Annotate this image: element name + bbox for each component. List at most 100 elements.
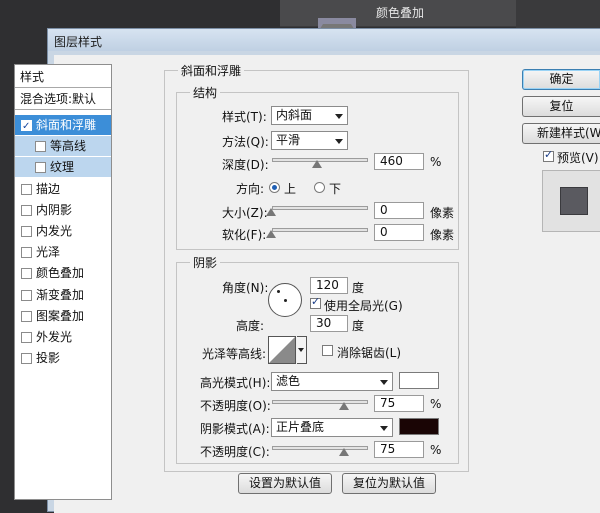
style-list-label: 斜面和浮雕 <box>36 118 97 132</box>
soften-slider-handle[interactable] <box>266 230 276 238</box>
preview-checkbox[interactable]: ✓ <box>543 148 554 162</box>
global-light-label[interactable]: 使用全局光(G) <box>324 297 403 314</box>
anti-alias-checkbox[interactable] <box>322 345 333 356</box>
highlight-opacity-handle[interactable] <box>339 402 349 410</box>
angle-dial-center <box>284 299 287 302</box>
style-item-drop-shadow[interactable]: 投影 <box>15 348 111 368</box>
style-checkbox[interactable] <box>21 183 32 195</box>
style-checkbox[interactable] <box>21 204 32 216</box>
gloss-contour-picker[interactable] <box>268 336 296 364</box>
style-checkbox[interactable] <box>35 141 46 153</box>
shadow-opacity-handle[interactable] <box>339 448 349 456</box>
size-slider-handle[interactable] <box>266 208 276 216</box>
highlight-opacity-slider[interactable] <box>272 400 368 404</box>
chevron-down-icon <box>380 426 388 431</box>
reset-button[interactable]: 复位 <box>522 96 600 117</box>
style-checkbox[interactable] <box>21 289 32 301</box>
size-slider[interactable] <box>272 206 368 210</box>
style-checkbox[interactable] <box>21 353 32 365</box>
style-item-texture[interactable]: 纹理 <box>15 157 111 178</box>
direction-down-radio[interactable] <box>314 182 325 193</box>
bevel-style-select[interactable]: 内斜面 <box>271 106 348 125</box>
dialog-titlebar[interactable]: 图层样式 <box>48 29 600 51</box>
preview-label[interactable]: 预览(V) <box>557 149 599 166</box>
style-list-label: 投影 <box>36 351 61 366</box>
style-checkbox[interactable]: ✓ <box>21 120 32 132</box>
reset-default-button[interactable]: 复位为默认值 <box>342 473 436 494</box>
contour-preview-icon <box>269 337 295 363</box>
style-list-label: 颜色叠加 <box>36 266 85 281</box>
technique-select[interactable]: 平滑 <box>271 131 348 150</box>
direction-down-label[interactable]: 下 <box>329 180 341 197</box>
direction-label: 方向: <box>236 182 265 196</box>
technique-value: 平滑 <box>276 133 301 147</box>
soften-slider[interactable] <box>272 228 368 232</box>
style-item-gradient-overlay[interactable]: 渐变叠加 <box>15 285 111 305</box>
chevron-down-icon <box>380 380 388 385</box>
style-list-label: 内阴影 <box>36 202 73 217</box>
make-default-button[interactable]: 设置为默认值 <box>238 473 332 494</box>
radio-selected-dot <box>272 185 277 190</box>
style-checkbox[interactable] <box>35 162 46 174</box>
style-list: 样式混合选项:默认 ✓ 斜面和浮雕等高线 纹理 描边内阴影内发光光泽颜色叠加渐变叠加图案… <box>14 64 112 500</box>
global-light-checkbox[interactable]: ✓ <box>310 295 321 309</box>
highlight-opacity-input[interactable]: 75 <box>374 395 424 412</box>
gloss-contour-dropdown[interactable] <box>297 336 307 364</box>
altitude-input[interactable]: 30 <box>310 315 348 332</box>
angle-dial[interactable] <box>268 283 302 317</box>
direction-up-radio[interactable] <box>269 182 280 193</box>
altitude-label: 高度: <box>236 319 265 333</box>
checkmark-icon: ✓ <box>22 121 31 132</box>
size-unit: 像素 <box>430 206 455 220</box>
style-checkbox[interactable] <box>21 247 32 259</box>
highlight-opacity-label: 不透明度(O): <box>200 399 271 413</box>
style-checkbox[interactable] <box>21 268 32 280</box>
style-list-label: 光泽 <box>36 245 61 260</box>
highlight-mode-value: 滤色 <box>276 374 301 388</box>
soften-label: 软化(F): <box>222 228 267 242</box>
shadow-mode-select[interactable]: 正片叠底 <box>271 418 393 437</box>
dialog-title: 图层样式 <box>54 35 103 49</box>
angle-label: 角度(N): <box>222 281 269 295</box>
style-list-header: 样式 <box>15 67 111 88</box>
style-item-inner-shadow[interactable]: 内阴影 <box>15 200 111 220</box>
depth-slider-handle[interactable] <box>312 160 322 168</box>
highlight-color-swatch[interactable] <box>399 372 439 389</box>
altitude-unit: 度 <box>352 319 365 333</box>
style-checkbox[interactable] <box>21 332 32 343</box>
direction-up-label[interactable]: 上 <box>284 180 296 197</box>
shadow-opacity-label: 不透明度(C): <box>200 445 270 459</box>
size-input[interactable]: 0 <box>374 202 424 219</box>
style-item-color-overlay[interactable]: 颜色叠加 <box>15 263 111 283</box>
style-item-stroke[interactable]: 描边 <box>15 179 111 199</box>
chevron-down-icon <box>335 139 343 144</box>
depth-input[interactable]: 460 <box>374 153 424 170</box>
shadow-opacity-slider[interactable] <box>272 446 368 450</box>
shadow-color-swatch[interactable] <box>399 418 439 435</box>
ok-button[interactable]: 确定 <box>522 69 600 90</box>
style-item-pattern-overlay[interactable]: 图案叠加 <box>15 306 111 326</box>
checkmark-icon: ✓ <box>544 148 554 161</box>
style-item-bevel-emboss[interactable]: ✓ 斜面和浮雕 <box>15 115 111 135</box>
style-item-inner-glow[interactable]: 内发光 <box>15 221 111 241</box>
style-item-outer-glow[interactable]: 外发光 <box>15 327 111 347</box>
style-checkbox[interactable] <box>21 226 32 237</box>
style-list-label: 混合选项:默认 <box>20 92 97 106</box>
shadow-opacity-input[interactable]: 75 <box>374 441 424 458</box>
highlight-mode-select[interactable]: 滤色 <box>271 372 393 391</box>
technique-label: 方法(Q): <box>222 135 269 149</box>
style-list-label: 图案叠加 <box>36 308 85 323</box>
anti-alias-label[interactable]: 消除锯齿(L) <box>337 344 401 361</box>
new-style-label: 新建样式(W) <box>537 126 600 140</box>
style-list-label: 样式 <box>20 70 45 84</box>
style-item-satin[interactable]: 光泽 <box>15 242 111 262</box>
style-checkbox[interactable] <box>21 310 32 322</box>
blend-options-item[interactable]: 混合选项:默认 <box>15 89 111 110</box>
soften-input[interactable]: 0 <box>374 224 424 241</box>
chevron-down-icon <box>335 114 343 119</box>
checkmark-icon: ✓ <box>311 295 321 308</box>
preview-swatch <box>560 187 588 215</box>
angle-input[interactable]: 120 <box>310 277 348 294</box>
new-style-button[interactable]: 新建样式(W) <box>522 123 600 144</box>
style-item-contour[interactable]: 等高线 <box>15 136 111 157</box>
